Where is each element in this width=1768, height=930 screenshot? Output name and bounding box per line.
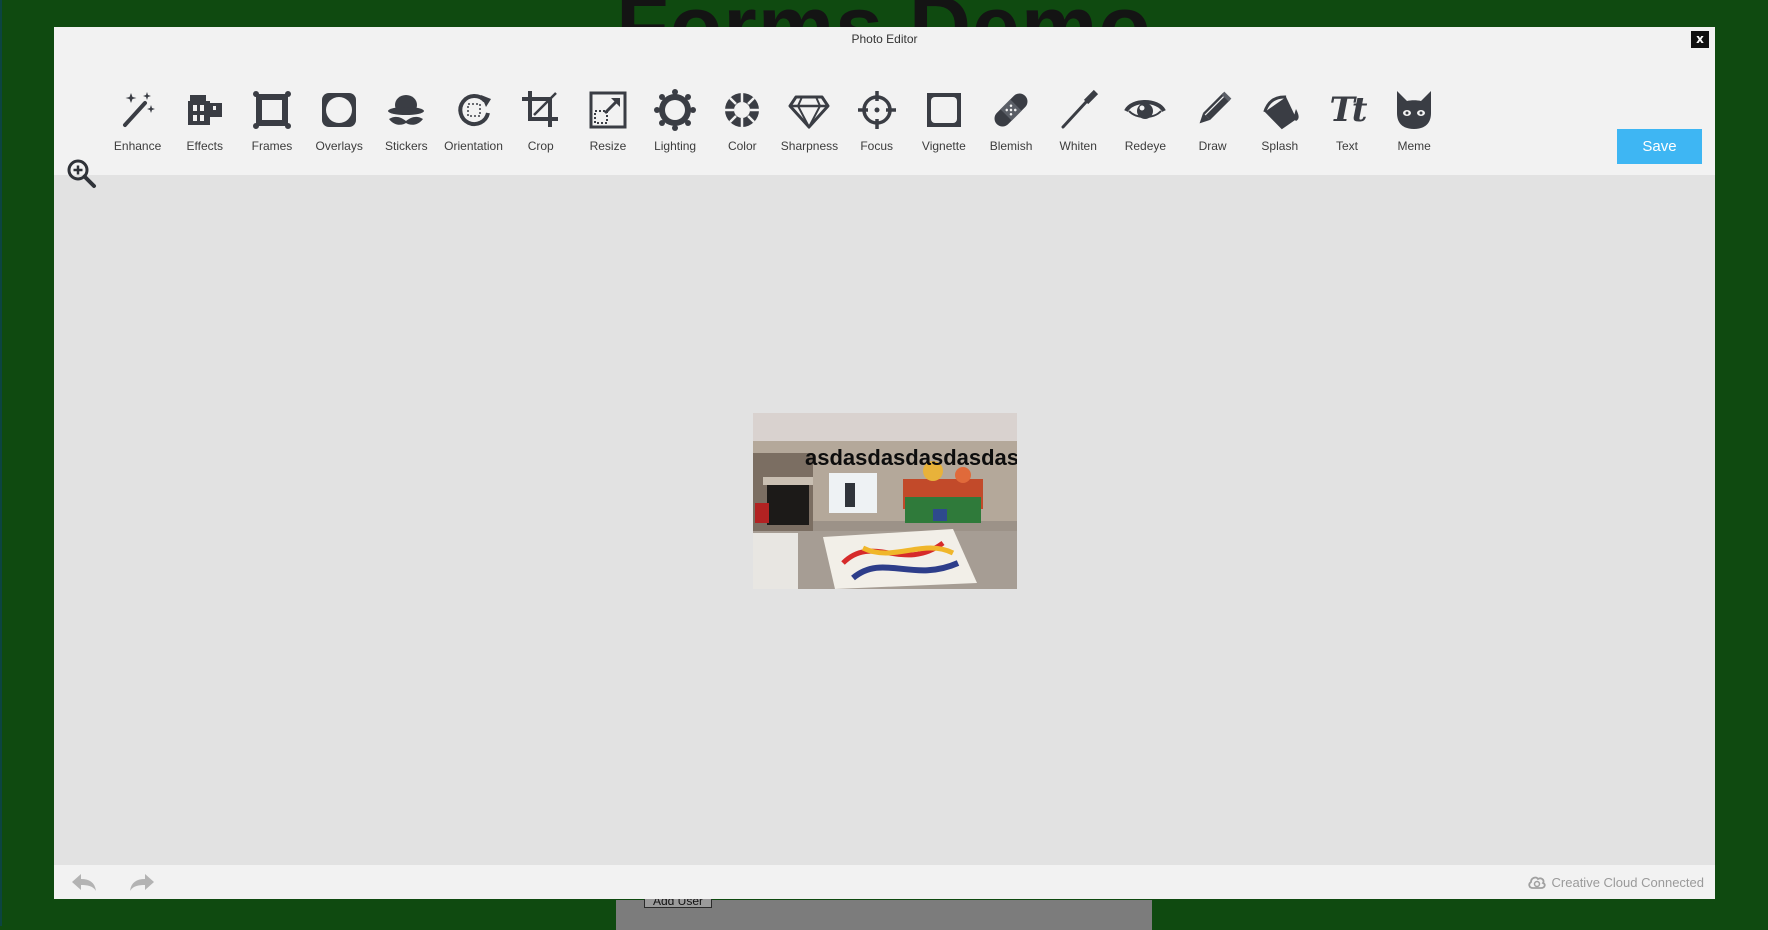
tool-crop[interactable]: Crop [507,89,574,169]
crosshair-icon [857,91,896,129]
magic-wand-icon [122,92,155,127]
tool-text[interactable]: Tt Text [1313,89,1380,169]
tool-whiten[interactable]: Whiten [1045,89,1112,169]
undo-icon[interactable] [70,870,98,894]
cat-face-icon [1397,91,1432,129]
text-icon: Tt [1329,90,1367,130]
rotate-icon [457,94,491,127]
diamond-icon [788,95,830,130]
tool-label: Effects [186,139,224,153]
overlay-icon [322,93,357,127]
creative-cloud-icon [1527,876,1546,889]
tool-overlays[interactable]: Overlays [306,89,373,169]
tool-label: Meme [1397,139,1431,153]
tool-orientation[interactable]: Orientation [440,89,507,169]
tool-label: Enhance [113,139,162,153]
editor-titlebar: Photo Editor x [54,27,1715,49]
tool-sharpness[interactable]: Sharpness [776,89,843,169]
tool-list: Enhance Effects Frames Overlays Stickers Orie… [104,89,1448,169]
tool-label: Blemish [989,139,1033,153]
vignette-icon [926,93,961,127]
tool-label: Splash [1261,139,1299,153]
tool-label: Orientation [444,139,503,153]
resize-icon [589,91,627,129]
tool-frames[interactable]: Frames [238,89,305,169]
tool-label: Stickers [385,139,428,153]
zoom-in-icon[interactable] [65,157,97,189]
tool-effects[interactable]: Effects [171,89,238,169]
tool-label: Draw [1198,139,1227,153]
tool-label: Vignette [921,139,966,153]
color-wheel-icon [725,93,760,127]
tool-label: Whiten [1059,139,1097,153]
tool-splash[interactable]: Splash [1246,89,1313,169]
room-photo [753,413,1017,589]
editor-toolbar: Enhance Effects Frames Overlays Stickers Orie… [54,49,1715,175]
tool-label: Overlays [315,139,363,153]
pencil-icon [1199,91,1231,124]
tool-lighting[interactable]: Lighting [642,89,709,169]
tool-meme[interactable]: Meme [1381,89,1448,169]
redo-icon[interactable] [128,870,156,894]
save-button[interactable]: Save [1617,129,1702,164]
paint-bucket-icon [1263,95,1299,130]
film-icon [187,95,222,125]
tool-focus[interactable]: Focus [843,89,910,169]
tool-draw[interactable]: Draw [1179,89,1246,169]
frame-icon [252,91,291,129]
cc-status-label: Creative Cloud Connected [1551,874,1704,890]
eye-icon [1124,100,1167,119]
tool-label: Crop [527,139,554,153]
editor-footer: Creative Cloud Connected [54,865,1715,899]
sun-icon [654,89,697,131]
crop-icon [521,91,558,127]
tool-label: Lighting [654,139,697,153]
tool-redeye[interactable]: Redeye [1112,89,1179,169]
tool-label: Redeye [1124,139,1167,153]
editor-title: Photo Editor [851,32,918,46]
tool-vignette[interactable]: Vignette [910,89,977,169]
tool-stickers[interactable]: Stickers [373,89,440,169]
photo-editor-modal: Photo Editor x Enhance Effects Frames Overl… [54,27,1715,899]
tool-label: Text [1335,139,1358,153]
tool-label: Focus [860,139,893,153]
tool-blemish[interactable]: Blemish [977,89,1044,169]
tool-label: Color [727,139,757,153]
close-button[interactable]: x [1691,31,1709,48]
photo-canvas[interactable]: asdasdasdasdasdasd [753,413,1017,589]
tool-label: Sharpness [780,139,839,153]
hat-mustache-icon [388,95,425,125]
tool-enhance[interactable]: Enhance [104,89,171,169]
tool-label: Resize [589,139,627,153]
photo-text-overlay: asdasdasdasdasdasd [805,445,1017,470]
bandage-icon [994,93,1028,127]
tool-label: Frames [251,139,293,153]
tool-resize[interactable]: Resize [574,89,641,169]
tool-color[interactable]: Color [709,89,776,169]
page-edge [0,0,2,926]
brush-icon [1061,89,1099,129]
creative-cloud-status: Creative Cloud Connected [1527,865,1704,899]
